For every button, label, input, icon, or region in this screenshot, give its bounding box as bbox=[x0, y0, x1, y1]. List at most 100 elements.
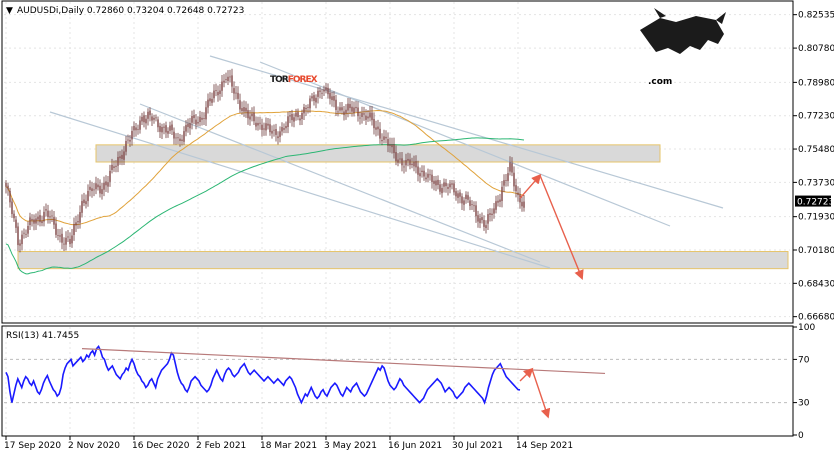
candle-body bbox=[29, 217, 31, 226]
candle-body bbox=[197, 121, 199, 124]
candle-body bbox=[349, 104, 351, 109]
candle-body bbox=[393, 144, 395, 154]
candle-body bbox=[163, 126, 165, 128]
candle-body bbox=[433, 180, 435, 184]
candle-body bbox=[145, 118, 147, 124]
candle-body bbox=[495, 201, 497, 210]
candle-body bbox=[43, 211, 45, 222]
candle-body bbox=[509, 162, 511, 172]
candle-body bbox=[37, 216, 39, 220]
candle-body bbox=[61, 233, 63, 243]
candle-body bbox=[389, 144, 391, 146]
y-tick-label: 0.68430 bbox=[798, 279, 834, 289]
candle-body bbox=[217, 91, 219, 96]
candle-body bbox=[227, 76, 229, 81]
candle-body bbox=[305, 107, 307, 110]
candle-body bbox=[91, 188, 93, 192]
candle-body bbox=[319, 90, 321, 92]
candle-body bbox=[177, 137, 179, 139]
rsi-y-tick-label: 100 bbox=[798, 323, 815, 333]
candle-body bbox=[183, 131, 185, 142]
candle-body bbox=[439, 184, 441, 192]
candle-body bbox=[267, 123, 269, 126]
candle-body bbox=[231, 75, 233, 87]
candle-body bbox=[161, 126, 163, 133]
candle-body bbox=[41, 221, 43, 224]
candle-body bbox=[221, 81, 223, 91]
rsi-y-tick-label: 0 bbox=[798, 431, 804, 441]
candle-body bbox=[31, 218, 33, 221]
symbol-marker: ▼ bbox=[6, 6, 13, 16]
candle-body bbox=[131, 131, 133, 140]
candle-body bbox=[365, 115, 367, 120]
candle-body bbox=[135, 127, 137, 131]
candle-body bbox=[279, 131, 281, 137]
candle-body bbox=[353, 107, 355, 114]
candle-body bbox=[497, 200, 499, 203]
candle-body bbox=[499, 199, 501, 202]
candle-body bbox=[241, 108, 243, 111]
candle-body bbox=[503, 180, 505, 186]
candle-body bbox=[401, 158, 403, 166]
candle-body bbox=[261, 124, 263, 130]
candle-body bbox=[17, 226, 19, 246]
candle-body bbox=[417, 166, 419, 175]
candle-body bbox=[289, 115, 291, 117]
candle-body bbox=[425, 177, 427, 180]
candle-body bbox=[427, 173, 429, 178]
y-tick-label: 0.71930 bbox=[798, 213, 834, 223]
candle-body bbox=[203, 118, 205, 120]
candle-body bbox=[181, 139, 183, 142]
candle-body bbox=[339, 107, 341, 111]
candle-body bbox=[143, 115, 145, 123]
candle-body bbox=[115, 165, 117, 167]
candle-body bbox=[159, 125, 161, 132]
candle-body bbox=[93, 189, 95, 191]
candle-body bbox=[431, 174, 433, 183]
candle-body bbox=[27, 225, 29, 234]
x-axis: 17 Sep 2020 2 Nov 2020 16 Dec 2020 2 Feb 20… bbox=[4, 436, 573, 451]
price-zone bbox=[17, 251, 789, 270]
candle-body bbox=[465, 194, 467, 199]
candle-body bbox=[127, 139, 129, 141]
x-tick-label: 14 Sep 2021 bbox=[516, 441, 573, 451]
candle-body bbox=[357, 107, 359, 117]
x-tick-label: 2 Feb 2021 bbox=[196, 441, 246, 451]
candle-body bbox=[113, 166, 115, 169]
candle-body bbox=[345, 109, 347, 114]
candle-body bbox=[287, 116, 289, 127]
candle-body bbox=[95, 183, 97, 190]
candle-body bbox=[195, 119, 197, 125]
candle-body bbox=[109, 170, 111, 182]
x-tick-label: 30 Jul 2021 bbox=[452, 441, 503, 451]
candle-body bbox=[421, 170, 423, 173]
candle-body bbox=[477, 215, 479, 222]
candle-body bbox=[53, 217, 55, 225]
candle-body bbox=[209, 98, 211, 102]
candle-body bbox=[133, 125, 135, 131]
candle-body bbox=[337, 111, 339, 113]
candle-body bbox=[259, 122, 261, 124]
candle-body bbox=[121, 154, 123, 159]
candle-body bbox=[387, 139, 389, 146]
candle-body bbox=[35, 218, 37, 224]
candle-body bbox=[375, 127, 377, 130]
candle-body bbox=[211, 98, 213, 103]
candle-body bbox=[329, 92, 331, 99]
candle-body bbox=[47, 210, 49, 218]
candle-body bbox=[507, 173, 509, 182]
candle-body bbox=[469, 200, 471, 206]
candle-body bbox=[317, 90, 319, 97]
candle-body bbox=[273, 129, 275, 131]
price-zone bbox=[95, 144, 661, 163]
candle-body bbox=[213, 90, 215, 99]
candle-body bbox=[463, 200, 465, 205]
candle-body bbox=[331, 96, 333, 101]
candle-body bbox=[165, 125, 167, 133]
candle-body bbox=[487, 214, 489, 224]
candle-body bbox=[205, 107, 207, 120]
candle-body bbox=[405, 160, 407, 166]
candle-body bbox=[73, 224, 75, 236]
candle-body bbox=[325, 87, 327, 91]
candle-body bbox=[71, 235, 73, 244]
